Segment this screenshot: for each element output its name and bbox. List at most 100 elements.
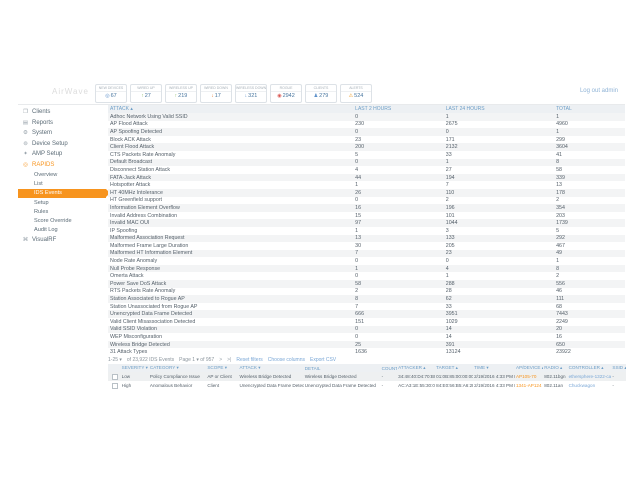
attack-name: Unencrypted Data Frame Detected [108,311,353,317]
summary-col-header[interactable]: Attack ▴ [108,106,353,112]
status-badge[interactable]: WIRELESS UP↑219 [165,84,197,103]
attack-count: 1 [353,228,444,234]
status-badge[interactable]: WIRED DOWN↓17 [200,84,232,103]
sidebar-item-overview[interactable]: Overview [18,170,106,179]
summary-table-row: Station Associated to Rogue AP862111 [108,295,625,303]
events-col-header[interactable]: Detail [304,366,381,371]
total-count: 1636 [353,349,444,355]
summary-table-row: AP Flood Attack23026754960 [108,121,625,129]
attack-count: 33 [444,304,554,310]
attack-count: 16 [353,205,444,211]
event-ap-cell[interactable]: AP105-70 [515,374,543,379]
sidebar-item-audit-log[interactable]: Audit Log [18,226,106,235]
attack-count: 8 [353,296,444,302]
events-col-header[interactable]: Attacker ▴ [397,365,435,371]
attack-count: 7 [444,182,554,188]
summary-table-row: FATA-Jack Attack44194339 [108,174,625,182]
events-col-header[interactable]: Radio ▴ [543,365,567,371]
sidebar-item-label: Audit Log [34,227,58,233]
attack-name: Omerta Attack [108,273,353,279]
sidebar-item-system[interactable]: ⚙System [18,128,106,139]
events-col-header[interactable]: AP/Device ▴ [515,365,543,371]
events-col-header[interactable]: Scope ▾ [206,365,238,371]
export-csv-link[interactable]: Export CSV [310,357,336,363]
attack-count: 0 [353,334,444,340]
status-badge[interactable]: ALERTS⚠524 [340,84,372,103]
sidebar-item-amp-setup[interactable]: ✦AMP Setup [18,149,106,160]
attack-count: 151 [353,319,444,325]
summary-table-row: Power Save DoS Attack58288556 [108,280,625,288]
events-col-header[interactable]: Target ▴ [435,365,473,371]
sidebar-item-label: List [34,181,43,187]
status-badge[interactable]: WIRELESS DOWN↓321 [235,84,267,103]
summary-col-header[interactable]: Last 24 Hours [444,106,554,112]
sidebar-item-rapids[interactable]: ◎RAPIDS [18,160,106,171]
attack-name: AP Flood Attack [108,121,353,127]
badge-value-row: ↑27 [141,92,151,101]
event-ap-cell[interactable]: 1341-AP124 [515,383,543,388]
event-controller-cell[interactable]: ethersphere-1322-cantina [568,374,612,379]
events-col-header[interactable]: Severity ▾ [121,365,149,371]
attack-count: 1 [444,273,554,279]
sidebar-item-clients[interactable]: ❐Clients [18,107,106,118]
event-checkbox-cell [108,374,121,380]
summary-table-body: Adhoc Network Using Valid SSID011AP Floo… [108,113,625,348]
rogue-icon: ◉ [277,92,281,101]
attack-count: 650 [554,342,625,348]
attack-count: 1739 [554,220,625,226]
status-badge[interactable]: WIRED UP↑27 [130,84,162,103]
system-icon: ⚙ [22,130,29,136]
reset-filters-link[interactable]: Reset filters [236,357,262,363]
attack-count: 0 [353,273,444,279]
choose-columns-link[interactable]: Choose columns [268,357,305,363]
attack-count: 0 [353,326,444,332]
summary-table-row: Omerta Attack012 [108,272,625,280]
sidebar-item-device-setup[interactable]: ⊚Device Setup [18,139,106,150]
events-col-header[interactable]: Time ▾ [473,365,515,371]
sidebar-item-setup[interactable]: Setup [18,198,106,207]
event-controller-cell[interactable]: Chuckwagon [568,383,612,388]
row-checkbox[interactable] [112,383,118,389]
summary-table-row: Unencrypted Data Frame Detected666395174… [108,310,625,318]
events-col-header[interactable]: Attack ▾ [239,365,304,371]
attack-name: Hotspotter Attack [108,182,353,188]
sidebar-item-reports[interactable]: ▤Reports [18,118,106,129]
logout-link[interactable]: Log out admin [580,88,618,94]
attack-name: HT 40MHz Intolerance [108,190,353,196]
attack-name: Station Associated to Rogue AP [108,296,353,302]
last-page-button[interactable]: >| [227,357,231,363]
summary-col-header[interactable]: Last 2 Hours [353,106,444,112]
summary-table-row: Client Flood Attack20021323604 [108,143,625,151]
attack-name: Invalid Address Combination [108,213,353,219]
summary-table-row: Default Broadcast018 [108,159,625,167]
summary-table-row: Information Element Overflow16196354 [108,204,625,212]
row-checkbox[interactable] [112,374,118,380]
sidebar-item-ids-events[interactable]: IDS Events [18,189,106,198]
events-col-header[interactable]: Count [381,366,398,371]
events-col-header[interactable]: SSID ▴ [611,365,626,371]
attack-count: 299 [554,137,625,143]
event-severity-cell: High [121,383,149,388]
status-badge[interactable]: NEW DEVICES◎67 [95,84,127,103]
status-badge[interactable]: ROGUE◉2942 [270,84,302,103]
total-label: 31 Attack Types [108,349,353,355]
sidebar-item-score-override[interactable]: Score Override [18,216,106,225]
events-col-header[interactable]: Category ▾ [149,365,206,371]
record-count-text: of 23,922 IDS Events [127,357,174,363]
sidebar-item-rules[interactable]: Rules [18,207,106,216]
page-range-select[interactable]: 1-25 ▾ [108,357,122,363]
wireless-up-icon: ↑ [175,92,178,101]
status-badge[interactable]: CLIENTS♟279 [305,84,337,103]
next-page-button[interactable]: > [219,357,222,363]
sidebar-item-visualrf[interactable]: ⌘VisualRF [18,235,106,246]
attack-count: 58 [554,167,625,173]
attack-count: 556 [554,281,625,287]
page-number-select[interactable]: Page 1 ▾ of 957 [179,357,214,363]
event-attack-cell: Unencrypted Data Frame Detected [239,383,304,388]
events-col-header[interactable]: Controller ▴ [568,365,612,371]
attack-count: 0 [444,258,554,264]
sidebar-item-list[interactable]: List [18,179,106,188]
summary-table-row: Adhoc Network Using Valid SSID011 [108,113,625,121]
event-scope-cell: Client [206,383,238,388]
summary-col-header[interactable]: Total [554,106,625,112]
